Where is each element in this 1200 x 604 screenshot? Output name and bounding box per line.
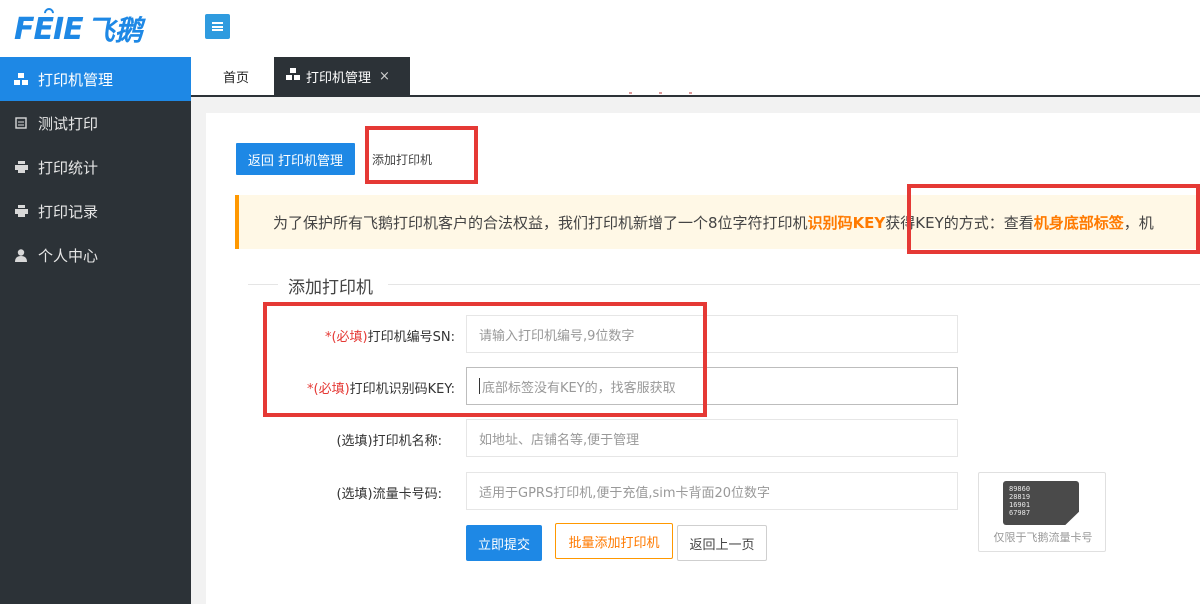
field-label-text: 打印机编号SN: [367,330,455,345]
back-to-printer-management-button[interactable]: 返回 打印机管理 [236,143,355,175]
render-artifact [629,92,709,95]
notice-highlight-bottom-label: 机身底部标签 [1033,213,1124,232]
sidebar-item-label: 测试打印 [38,114,99,133]
menu-toggle-button[interactable] [205,14,230,39]
top-blank-region [490,40,972,58]
cubes-icon [286,67,300,85]
input-placeholder: 底部标签没有KEY的，找客服获取 [482,380,676,396]
sim-number-line: 28819 [1009,493,1031,501]
tab-label: 打印机管理 [306,70,372,86]
fieldset-divider [248,284,278,285]
sidebar-item-test-print[interactable]: 测试打印 [0,101,191,145]
text-caret [479,378,480,394]
input-placeholder: 请输入打印机编号,9位数字 [479,328,635,344]
sim-number-line: 16901 [1009,501,1031,509]
top-bar: FEIE 飞鹅 [0,0,1200,58]
key-notice-banner: 为了保护所有飞鹅打印机客户的合法权益，我们打印机新增了一个8位字符打印机 识别码… [235,195,1200,249]
field-label-text: 打印机识别码KEY: [349,382,455,397]
required-tag: *(必填) [324,330,368,345]
sim-number-label: (选填)流量卡号码: [202,483,442,502]
sim-card-caption: 仅限于飞鹅流量卡号 [993,531,1093,544]
cubes-icon [14,72,28,86]
printer-key-input[interactable]: 底部标签没有KEY的，找客服获取 [466,367,958,405]
logo-chinese-text: 飞鹅 [86,14,143,47]
fieldset-divider [388,284,1200,285]
close-icon[interactable]: × [379,69,390,84]
document-icon [14,116,28,130]
printer-name-label: (选填)打印机名称: [202,430,442,449]
notice-text: ，机 [1123,213,1154,232]
sidebar-item-printer-management[interactable]: 打印机管理 [0,57,191,101]
tab-label: 首页 [223,70,250,86]
brand-logo[interactable]: FEIE 飞鹅 [14,5,143,50]
submit-button[interactable]: 立即提交 [466,525,542,561]
printer-sn-input[interactable]: 请输入打印机编号,9位数字 [466,315,958,353]
notice-highlight-key: 识别码KEY [807,213,886,232]
printer-name-input[interactable]: 如地址、店铺名等,便于管理 [466,419,958,457]
printer-icon [14,160,28,174]
sim-card-icon: 89860 28819 16901 67987 [1003,481,1079,525]
tab-bar: 首页 打印机管理 × [191,57,1200,97]
user-icon [14,248,28,262]
sim-number-line: 67987 [1009,509,1031,517]
sim-number-line: 89860 [1009,485,1031,493]
page-title: 添加打印机 [372,153,433,167]
input-placeholder: 适用于GPRS打印机,便于充值,sim卡背面20位数字 [479,485,771,501]
sidebar: 打印机管理 测试打印 打印统计 打印记录 个人中心 [0,57,191,604]
printer-sn-label: *(必填)打印机编号SN: [215,326,455,345]
batch-add-button[interactable]: 批量添加打印机 [555,523,673,559]
sidebar-item-label: 打印记录 [38,202,99,221]
sidebar-item-personal-center[interactable]: 个人中心 [0,233,191,277]
printer-key-label: *(必填)打印机识别码KEY: [215,378,455,397]
field-label-text: (选填)打印机名称: [336,434,442,449]
sidebar-item-print-records[interactable]: 打印记录 [0,189,191,233]
sidebar-item-label: 个人中心 [38,246,99,265]
required-tag: *(必填) [307,382,350,397]
form-legend: 添加打印机 [282,273,379,298]
sim-number-input[interactable]: 适用于GPRS打印机,便于充值,sim卡背面20位数字 [466,472,958,510]
input-placeholder: 如地址、店铺名等,便于管理 [479,432,640,448]
notice-text: 获得KEY的方式：查看 [885,213,1034,232]
tab-home[interactable]: 首页 [223,57,249,95]
hamburger-icon [212,22,223,31]
sidebar-item-label: 打印统计 [38,158,99,177]
tab-printer-management[interactable]: 打印机管理 × [274,57,410,95]
notice-text: 为了保护所有飞鹅打印机客户的合法权益，我们打印机新增了一个8位字符打印机 [273,213,808,232]
back-previous-button[interactable]: 返回上一页 [677,525,767,561]
printer-icon [14,204,28,218]
sidebar-item-print-stats[interactable]: 打印统计 [0,145,191,189]
sim-card-hint: 89860 28819 16901 67987 仅限于飞鹅流量卡号 [978,472,1106,552]
field-label-text: (选填)流量卡号码: [336,487,442,502]
sidebar-item-label: 打印机管理 [38,70,114,89]
